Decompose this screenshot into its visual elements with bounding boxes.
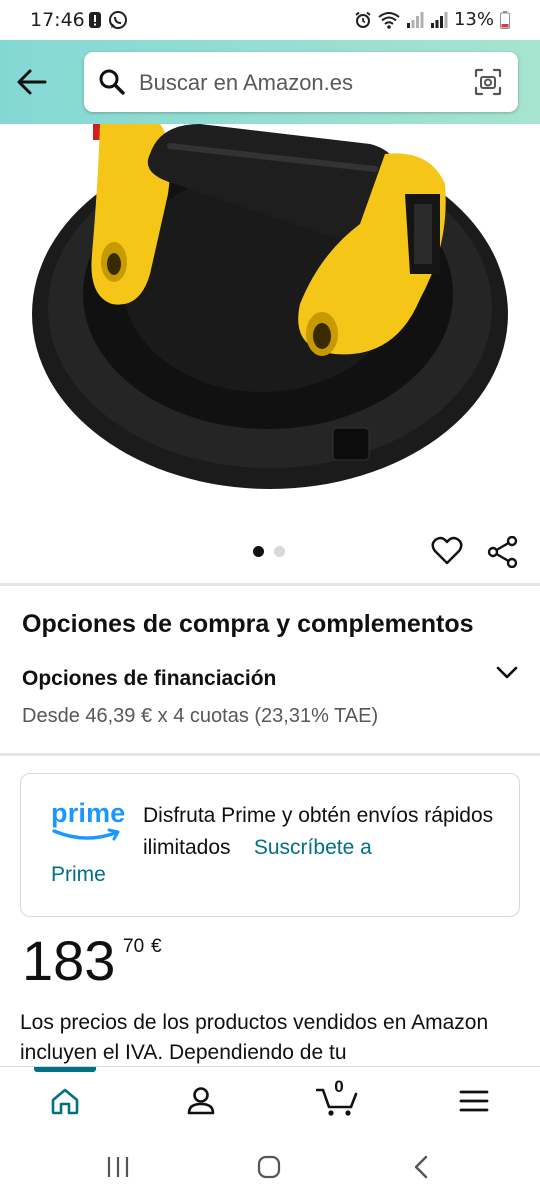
financing-title[interactable]: Opciones de financiación [22, 667, 276, 691]
status-time: 17:46 [30, 9, 85, 31]
gallery-dots[interactable] [253, 546, 285, 557]
price-whole: 183 [22, 929, 116, 992]
search-input[interactable]: Buscar en Amazon.es [84, 52, 518, 112]
prime-logo: prime [51, 798, 126, 846]
wifi-icon [378, 11, 400, 29]
nav-home[interactable] [43, 1081, 87, 1121]
nav-cart[interactable]: 0 [315, 1077, 359, 1121]
status-bar: 17:46 13% [0, 0, 540, 40]
divider [0, 753, 540, 756]
prime-promo-text: Disfruta Prime y obtén envíos rápidos il… [143, 800, 503, 864]
battery-percent: 13% [453, 9, 494, 30]
whatsapp-icon [109, 11, 127, 29]
search-placeholder: Buscar en Amazon.es [139, 70, 354, 95]
back-chevron-icon [414, 1155, 428, 1179]
nav-menu[interactable] [452, 1081, 496, 1121]
heart-icon[interactable] [431, 536, 463, 566]
alert-icon [89, 12, 101, 28]
recents-button[interactable] [98, 1152, 138, 1182]
share-icon[interactable] [487, 536, 519, 568]
signal-icon [430, 11, 448, 28]
nav-active-indicator [34, 1067, 96, 1072]
search-header: Buscar en Amazon.es [0, 40, 540, 124]
prime-logo-text: prime [51, 798, 126, 828]
bottom-navigation: 0 [0, 1066, 540, 1134]
search-icon [99, 69, 125, 95]
divider [0, 583, 540, 586]
vat-note: Los precios de los productos vendidos en… [20, 1011, 489, 1064]
back-arrow-icon [17, 69, 47, 95]
financing-detail: Desde 46,39 € x 4 cuotas (23,31% TAE) [22, 705, 379, 727]
suction-cup-lifter-image [32, 124, 508, 489]
alarm-icon [355, 11, 371, 28]
recents-icon [107, 1157, 129, 1177]
price-currency: € [151, 936, 162, 957]
battery-icon [500, 10, 510, 29]
chevron-down-icon[interactable] [494, 660, 520, 686]
home-system-button[interactable] [249, 1152, 289, 1182]
back-system-button[interactable] [401, 1152, 441, 1182]
signal-icon [406, 11, 424, 28]
nav-account[interactable] [179, 1081, 223, 1121]
product-image[interactable] [0, 124, 540, 524]
gallery-dot[interactable] [274, 546, 285, 557]
system-navigation-bar [0, 1134, 540, 1200]
home-circle-icon [257, 1155, 281, 1179]
prime-subscribe-link-continued[interactable]: Prime [51, 863, 106, 887]
prime-smile-icon [52, 828, 120, 841]
price-fraction: 70 [123, 936, 145, 957]
purchase-options-title: Opciones de compra y complementos [22, 610, 474, 638]
back-button[interactable] [12, 62, 52, 102]
camera-search-icon[interactable] [474, 68, 502, 96]
prime-promo-card[interactable]: prime Disfruta Prime y obtén envíos rápi… [20, 773, 520, 917]
gallery-dot-active[interactable] [253, 546, 264, 557]
prime-subscribe-link[interactable]: Suscríbete a [254, 836, 372, 859]
account-icon [187, 1087, 215, 1115]
cart-count: 0 [334, 1077, 344, 1096]
home-icon [51, 1088, 79, 1115]
menu-icon [459, 1090, 489, 1112]
